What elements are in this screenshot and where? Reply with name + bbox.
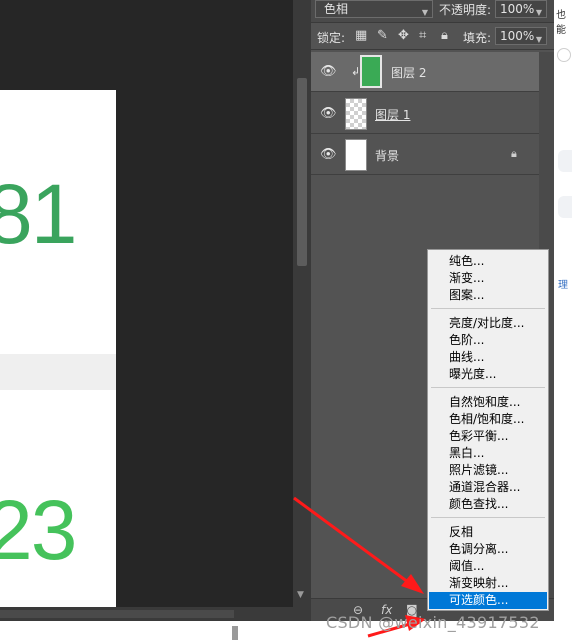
menu-item-black-white[interactable]: 黑白... [429,445,547,462]
scroll-down-arrow-icon[interactable]: ▼ [297,590,304,600]
layer-thumbnail[interactable] [345,98,367,130]
fill-field[interactable]: 100% ▼ [495,27,547,45]
layer-thumbnail[interactable] [360,55,382,88]
chevron-down-icon[interactable]: ▼ [536,32,542,48]
menu-separator [431,387,545,388]
lock-position-icon[interactable]: ✥ [398,28,409,43]
eye-icon[interactable]: 👁︎ [320,147,337,162]
opacity-value: 100% [500,2,535,16]
menu-item-color-balance[interactable]: 色彩平衡... [429,428,547,445]
menu-item-hue-saturation[interactable]: 色相/饱和度... [429,411,547,428]
menu-item-levels[interactable]: 色阶... [429,332,547,349]
watermark: CSDN @weixin_43917532 [326,613,540,632]
partial-link[interactable]: 理 [558,276,568,291]
menu-separator [431,517,545,518]
menu-item-pattern[interactable]: 图案... [429,287,547,304]
layer-row-layer-1[interactable]: 👁︎ 图层 1 [311,94,539,134]
lock-icon[interactable]: 🔒︎ [511,147,517,161]
partial-text: 也能 [556,10,566,36]
lock-image-pixels-icon[interactable]: ✎ [377,28,388,43]
canvas-gray-band [0,354,116,390]
scrollbar-thumb[interactable] [0,610,234,618]
adjustment-layer-menu: 纯色... 渐变... 图案... 亮度/对比度... 色阶... 曲线... … [427,249,549,611]
chevron-down-icon[interactable]: ▼ [536,5,542,21]
right-edge-page: 也能 理 [554,0,572,644]
scrollbar-thumb[interactable] [297,78,307,266]
menu-item-solid-color[interactable]: 纯色... [429,253,547,270]
canvas-horizontal-scrollbar[interactable] [0,607,311,621]
lock-transparent-pixels-icon[interactable]: ▦ [355,28,367,43]
opacity-label: 不透明度: [439,3,492,17]
menu-item-color-lookup[interactable]: 颜色查找... [429,496,547,513]
clipping-arrow-icon: ↲ [351,65,361,78]
lock-artboard-icon[interactable]: ⌗ [419,28,426,43]
canvas-area[interactable]: 81 23 [0,0,293,607]
menu-item-vibrance[interactable]: 自然饱和度... [429,394,547,411]
blend-mode-value: 色相 [324,2,349,16]
eye-icon[interactable]: 👁︎ [320,106,337,121]
menu-item-threshold[interactable]: 阈值... [429,558,547,575]
menu-item-brightness-contrast[interactable]: 亮度/对比度... [429,315,547,332]
menu-item-curves[interactable]: 曲线... [429,349,547,366]
document-canvas[interactable]: 81 23 [0,90,116,607]
fill-value: 100% [500,29,535,43]
layer-row-layer-2[interactable]: 👁︎ ↲ 图层 2 [311,52,539,92]
menu-item-photo-filter[interactable]: 照片滤镜... [429,462,547,479]
menu-item-gradient[interactable]: 渐变... [429,270,547,287]
menu-item-selective-color[interactable]: 可选颜色... [429,592,547,609]
menu-item-posterize[interactable]: 色调分离... [429,541,547,558]
layer-name[interactable]: 图层 2 [391,64,426,81]
partial-pill [558,150,572,172]
layer-thumbnail[interactable] [345,139,367,171]
canvas-vertical-scrollbar[interactable]: ▼ [293,0,311,607]
opacity-field[interactable]: 100% ▼ [495,0,547,18]
eye-icon[interactable]: 👁︎ [320,64,337,79]
fill-label: 填充: [463,31,492,45]
menu-item-exposure[interactable]: 曝光度... [429,366,547,383]
menu-item-channel-mixer[interactable]: 通道混合器... [429,479,547,496]
menu-separator [431,308,545,309]
partial-circle-icon [557,48,571,62]
lock-label: 锁定: [317,31,346,45]
layer-row-background[interactable]: 👁︎ 背景 🔒︎ [311,135,539,175]
layer-name[interactable]: 背景 [375,147,399,164]
canvas-number-bottom: 23 [0,483,77,577]
partial-pill [558,196,572,218]
menu-item-gradient-map[interactable]: 渐变映射... [429,575,547,592]
blend-row: 色相 ▼ 不透明度: 100% ▼ [311,0,554,22]
chevron-down-icon: ▼ [421,8,428,17]
layer-name[interactable]: 图层 1 [375,106,410,123]
lock-all-icon[interactable]: 🔒︎ [441,28,448,43]
blend-mode-select[interactable]: 色相 ▼ [315,0,433,18]
menu-item-invert[interactable]: 反相 [429,524,547,541]
lock-row: 锁定: ▦ ✎ ✥ ⌗ 🔒︎ 填充: 100% ▼ [311,22,554,50]
canvas-number-top: 81 [0,167,77,261]
bottom-handle [232,626,238,640]
